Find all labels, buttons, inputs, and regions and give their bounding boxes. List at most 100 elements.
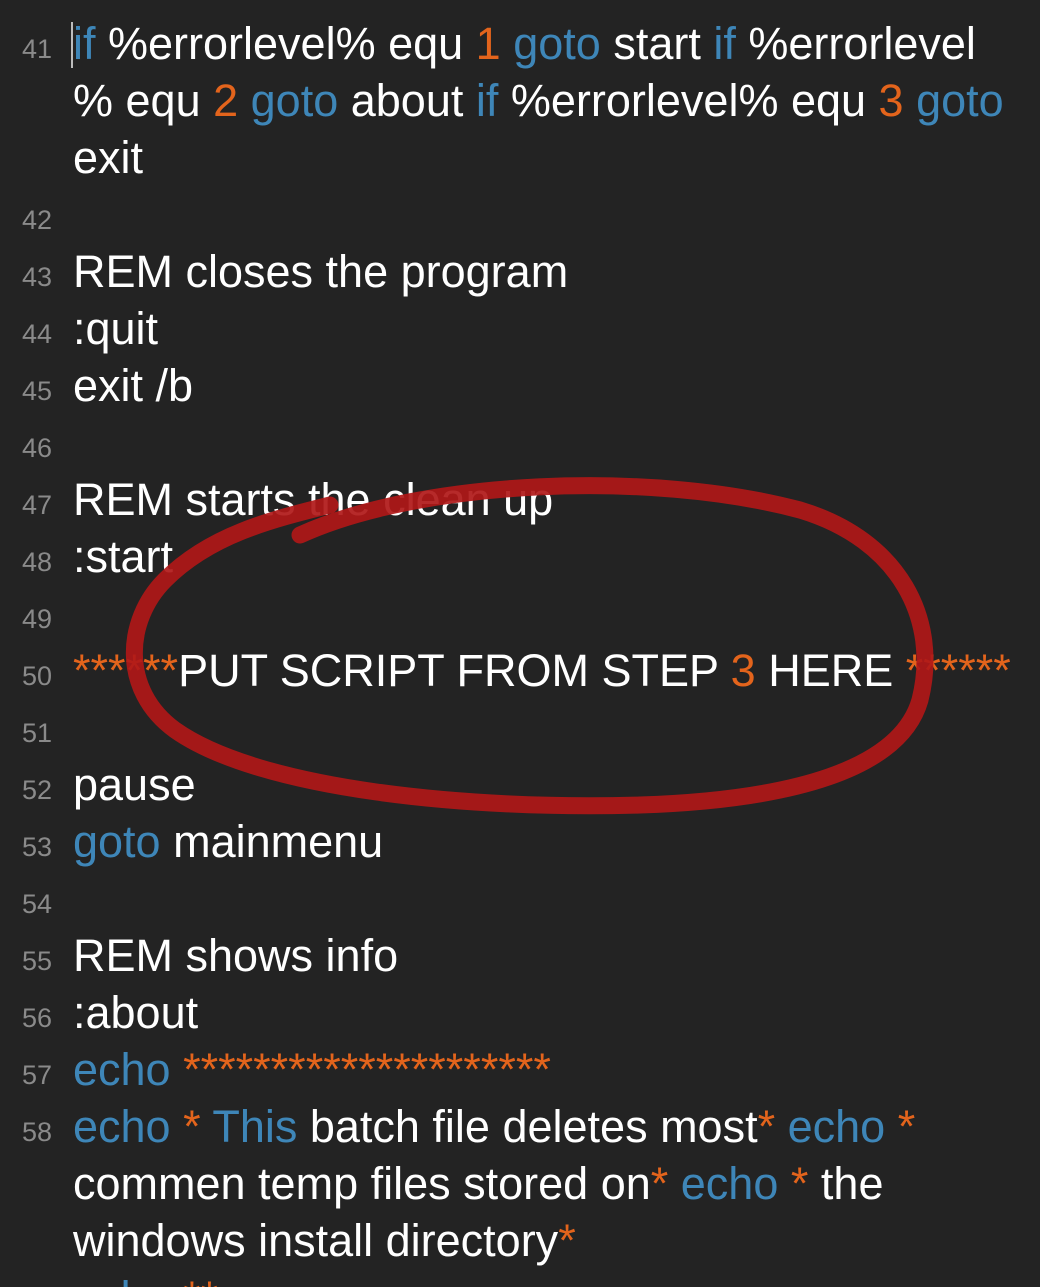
keyword-token: echo xyxy=(680,1158,779,1209)
text-token: :about xyxy=(73,987,199,1038)
text-token: pause xyxy=(73,759,196,810)
code-text: % equ 2 goto about if %errorlevel% equ 3… xyxy=(73,72,1040,129)
text-token: % equ xyxy=(73,75,214,126)
code-line[interactable]: 56 :about xyxy=(0,984,1040,1041)
code-line[interactable]: 53 goto mainmenu xyxy=(0,813,1040,870)
text-token: start xyxy=(600,18,714,69)
code-text: REM shows info xyxy=(73,927,1040,984)
code-line[interactable]: echo ** xyxy=(0,1269,1040,1287)
code-line[interactable]: 51 xyxy=(0,699,1040,756)
keyword-token: echo xyxy=(73,1272,171,1287)
keyword-token: if xyxy=(713,18,736,69)
line-number: 50 xyxy=(21,661,52,691)
text-token: exit xyxy=(73,132,144,183)
literal-token: 1 xyxy=(475,18,501,69)
code-line[interactable]: 45 exit /b xyxy=(0,357,1040,414)
text-token: the xyxy=(808,1158,884,1209)
keyword-token: This xyxy=(212,1101,298,1152)
code-text: echo ********************* xyxy=(73,1041,1040,1098)
line-number: 47 xyxy=(21,490,52,520)
text-token: REM closes the program xyxy=(73,246,569,297)
text-token: batch file deletes most xyxy=(297,1101,758,1152)
text-token: windows install directory xyxy=(73,1215,559,1266)
line-number: 52 xyxy=(21,775,52,805)
code-text: REM starts the clean up xyxy=(73,471,1040,528)
code-text: ******PUT SCRIPT FROM STEP 3 HERE ****** xyxy=(73,642,1040,699)
line-number: 54 xyxy=(21,889,52,919)
line-number: 51 xyxy=(21,718,52,748)
line-number: 48 xyxy=(21,547,52,577)
literal-token: * xyxy=(183,1101,201,1152)
code-text: pause xyxy=(73,756,1040,813)
keyword-token: if xyxy=(73,18,96,69)
text-token: :start xyxy=(73,531,174,582)
code-line[interactable]: 47 REM starts the clean up xyxy=(0,471,1040,528)
code-line[interactable]: 57 echo ********************* xyxy=(0,1041,1040,1098)
text-token: :quit xyxy=(73,303,159,354)
text-token: about xyxy=(338,75,476,126)
code-line[interactable]: 42 xyxy=(0,186,1040,243)
literal-token: * xyxy=(558,1215,576,1266)
code-text: echo * This batch file deletes most* ech… xyxy=(73,1098,1040,1155)
text-token: REM shows info xyxy=(73,930,399,981)
code-line[interactable]: 52 pause xyxy=(0,756,1040,813)
code-line[interactable]: 44 :quit xyxy=(0,300,1040,357)
keyword-token: echo xyxy=(73,1044,171,1095)
keyword-token: goto xyxy=(73,816,161,867)
literal-token: 3 xyxy=(878,75,904,126)
text-token: %errorlevel xyxy=(735,18,976,69)
line-number: 57 xyxy=(21,1060,52,1090)
code-line[interactable]: 58 echo * This batch file deletes most * e… xyxy=(0,1098,1040,1269)
line-number: 55 xyxy=(21,946,52,976)
line-number: 46 xyxy=(21,433,52,463)
code-text: exit xyxy=(73,129,1040,186)
code-line[interactable]: 48 :start xyxy=(0,528,1040,585)
code-line[interactable]: 41 if %errorlevel% equ 1 goto start if %e… xyxy=(0,15,1040,186)
keyword-token: goto xyxy=(513,18,601,69)
code-line[interactable]: 50 ******PUT SCRIPT FROM STEP 3 HERE ****… xyxy=(0,642,1040,699)
keyword-token: goto xyxy=(916,75,1004,126)
code-text: goto mainmenu xyxy=(73,813,1040,870)
code-text: REM closes the program xyxy=(73,243,1040,300)
keyword-token: goto xyxy=(250,75,339,126)
literal-token: ** xyxy=(183,1272,218,1287)
keyword-token: if xyxy=(475,75,499,126)
line-number: 58 xyxy=(21,1117,52,1147)
literal-token: * xyxy=(650,1158,669,1209)
code-line[interactable]: 43 REM closes the program xyxy=(0,243,1040,300)
code-text: echo ** xyxy=(73,1269,1040,1287)
text-token: %errorlevel% equ xyxy=(498,75,879,126)
text-token: mainmenu xyxy=(160,816,384,867)
line-number: 53 xyxy=(21,832,52,862)
code-line[interactable]: 46 xyxy=(0,414,1040,471)
line-number: 41 xyxy=(21,34,52,64)
code-text: :start xyxy=(73,528,1040,585)
code-text: :about xyxy=(73,984,1040,1041)
code-line[interactable]: 54 xyxy=(0,870,1040,927)
code-editor[interactable]: 41 if %errorlevel% equ 1 goto start if %e… xyxy=(0,0,1040,1287)
keyword-token: echo xyxy=(787,1101,886,1152)
code-line[interactable]: 55 REM shows info xyxy=(0,927,1040,984)
text-token: PUT SCRIPT FROM STEP xyxy=(178,645,731,696)
text-token: %errorlevel% equ xyxy=(95,18,476,69)
code-line[interactable]: 49 xyxy=(0,585,1040,642)
literal-token: ****** xyxy=(73,645,179,696)
code-text: if %errorlevel% equ 1 goto start if %err… xyxy=(73,15,1040,72)
text-token: commen temp files stored on xyxy=(73,1158,651,1209)
literal-token: 3 xyxy=(730,645,756,696)
line-number: 44 xyxy=(21,319,52,349)
code-text: :quit xyxy=(73,300,1040,357)
line-number: 49 xyxy=(21,604,52,634)
line-number: 45 xyxy=(21,376,52,406)
code-text: windows install directory* xyxy=(73,1212,1040,1269)
line-number: 56 xyxy=(21,1003,52,1033)
